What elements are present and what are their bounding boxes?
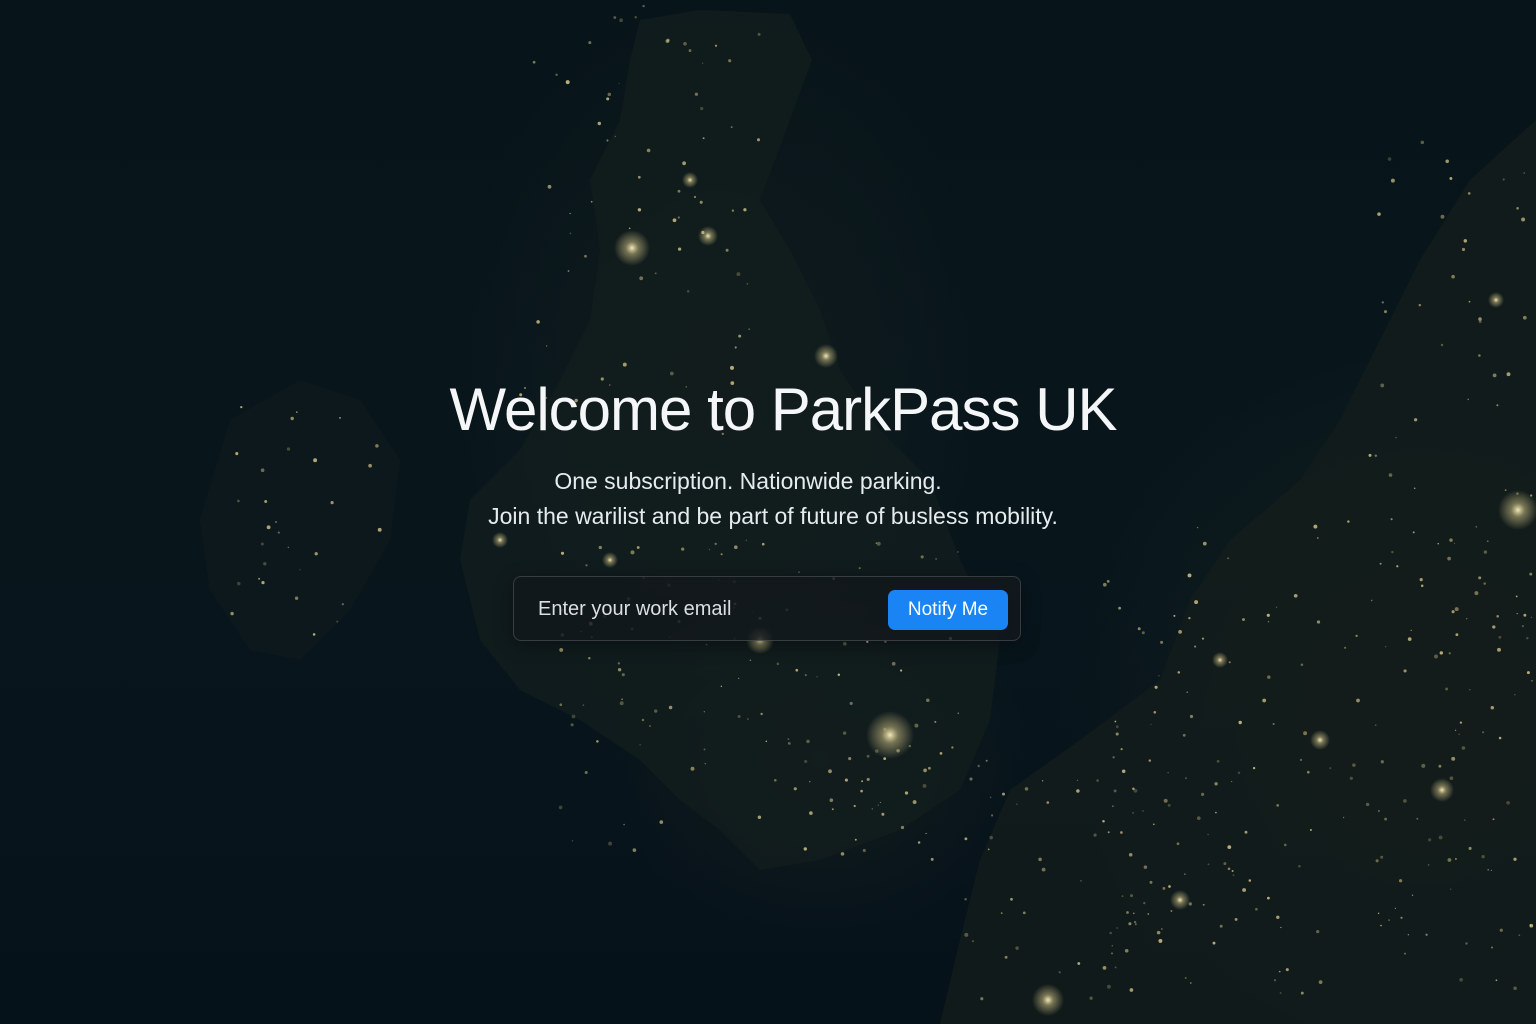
subtitle-waitlist-text: Join the warilist and be part of future … (488, 503, 1058, 529)
hero-section: Welcome to ParkPass UK One subscription.… (0, 0, 1536, 1024)
landing-page: Welcome to ParkPass UK One subscription.… (0, 0, 1536, 1024)
page-title: Welcome to ParkPass UK (449, 376, 1117, 443)
subtitle-tagline: One subscription. Nationwide parking. (554, 468, 942, 494)
notify-me-button[interactable]: Notify Me (888, 590, 1008, 630)
work-email-input[interactable] (528, 585, 908, 633)
waitlist-signup-form: Notify Me (513, 576, 1021, 641)
